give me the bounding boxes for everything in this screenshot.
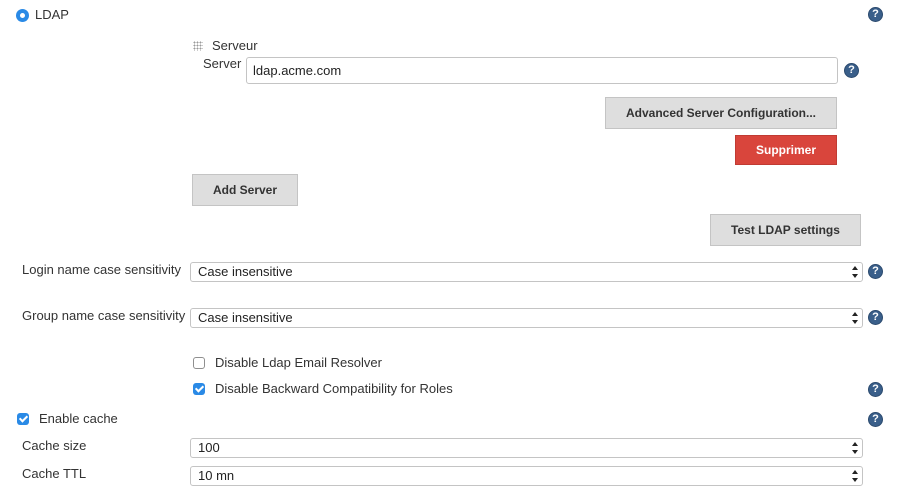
drag-handle-icon[interactable] [193, 41, 203, 51]
login-case-help-icon[interactable]: ? [868, 264, 883, 279]
group-case-select[interactable]: Case insensitive [190, 308, 863, 328]
disable-email-resolver-checkbox[interactable] [193, 357, 205, 369]
cache-size-value: 100 [198, 440, 220, 455]
ldap-help-icon[interactable]: ? [868, 7, 883, 22]
server-section-header: Serveur [212, 38, 258, 53]
server-help-icon[interactable]: ? [844, 63, 859, 78]
login-case-label: Login name case sensitivity [22, 262, 181, 277]
server-label: Server [203, 56, 242, 71]
group-case-value: Case insensitive [198, 310, 293, 325]
cache-ttl-value: 10 mn [198, 468, 235, 483]
test-ldap-settings-button[interactable]: Test LDAP settings [710, 214, 861, 246]
delete-server-button[interactable]: Supprimer [735, 135, 837, 165]
disable-email-resolver-label: Disable Ldap Email Resolver [215, 355, 382, 370]
login-case-value: Case insensitive [198, 264, 293, 279]
select-arrows-icon [852, 266, 858, 278]
backward-compat-help-icon[interactable]: ? [868, 382, 883, 397]
enable-cache-checkbox[interactable] [17, 413, 29, 425]
ldap-radio[interactable] [16, 9, 29, 22]
group-case-label: Group name case sensitivity [22, 308, 186, 323]
login-case-select[interactable]: Case insensitive [190, 262, 863, 282]
cache-ttl-select[interactable]: 10 mn [190, 466, 863, 486]
select-arrows-icon [852, 470, 858, 482]
advanced-server-config-button[interactable]: Advanced Server Configuration... [605, 97, 837, 129]
ldap-radio-label: LDAP [35, 7, 69, 22]
add-server-button[interactable]: Add Server [192, 174, 298, 206]
enable-cache-help-icon[interactable]: ? [868, 412, 883, 427]
enable-cache-label: Enable cache [39, 411, 118, 426]
select-arrows-icon [852, 442, 858, 454]
group-case-help-icon[interactable]: ? [868, 310, 883, 325]
disable-backward-compat-label: Disable Backward Compatibility for Roles [215, 381, 453, 396]
select-arrows-icon [852, 312, 858, 324]
cache-size-label: Cache size [22, 438, 87, 453]
server-input[interactable] [246, 57, 838, 84]
disable-backward-compat-checkbox[interactable] [193, 383, 205, 395]
cache-size-select[interactable]: 100 [190, 438, 863, 458]
cache-ttl-label: Cache TTL [22, 466, 87, 481]
